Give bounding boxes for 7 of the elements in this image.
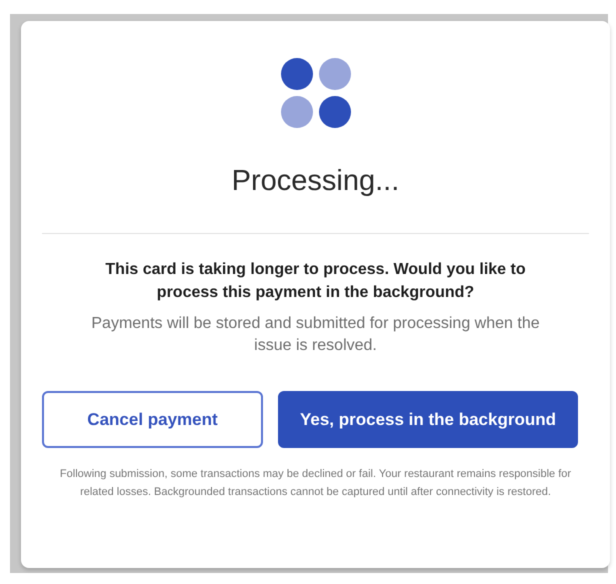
dialog-title: Processing...: [232, 164, 400, 199]
cancel-button[interactable]: Cancel payment: [42, 391, 263, 448]
loading-spinner-icon: [280, 58, 350, 128]
disclaimer-text: Following submission, some transactions may be declined or fail. Your restaurant remains responsible for related losses. Backgrounded transactions cannot be captured until after connectivity is restored.: [58, 467, 572, 500]
info-text: Payments will be stored and submitted for processing when the issue is resolved.: [90, 314, 541, 356]
confirm-button[interactable]: Yes, process in the background: [278, 391, 578, 448]
question-text: This card is taking longer to process. Would you like to process this payment in the background?: [104, 260, 527, 303]
